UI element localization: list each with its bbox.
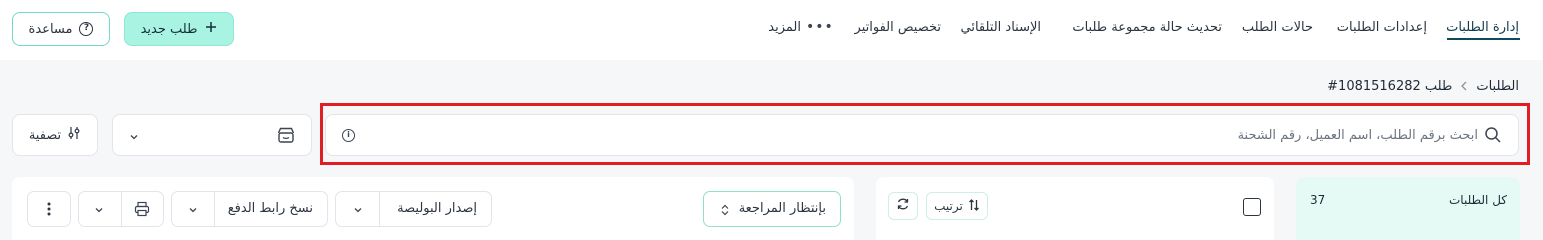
chevron-updown-icon [720, 204, 730, 216]
nav-tab-order-management[interactable]: إدارة الطلبات [1446, 20, 1519, 35]
nav-tab-order-statuses[interactable]: حالات الطلب [1242, 20, 1313, 35]
copy-payment-link-split-button[interactable]: نسخ رابط الدفع [171, 191, 328, 227]
nav-tab-underline [1447, 38, 1520, 40]
chevron-down-icon[interactable] [94, 204, 104, 214]
search-icon [1484, 126, 1502, 144]
refresh-icon [896, 197, 910, 215]
chevron-down-icon[interactable] [353, 204, 363, 214]
breadcrumb: الطلبات طلب 1081516282# [1327, 79, 1519, 94]
plus-icon [205, 21, 217, 37]
divider [214, 192, 215, 226]
sort-label: ترتيب [934, 199, 963, 213]
new-order-button[interactable]: طلب جديد [124, 12, 234, 46]
print-split-button[interactable] [78, 191, 164, 227]
filter-label: تصفية [28, 127, 62, 143]
nav-tab-bulk-status-update[interactable]: تحديث حالة مجموعة طلبات [1072, 20, 1222, 35]
help-button[interactable]: ? مساعدة [12, 12, 110, 46]
breadcrumb-root[interactable]: الطلبات [1476, 79, 1519, 94]
issue-waybill-split-button[interactable]: إصدار البوليصة [335, 191, 492, 227]
info-icon[interactable]: i [342, 129, 355, 142]
status-sidebar [1296, 177, 1520, 240]
chevron-left-icon [1460, 80, 1468, 94]
store-icon [277, 127, 295, 143]
filter-button[interactable]: تصفية [12, 114, 98, 156]
nav-tab-auto-assign[interactable]: الإسناد التلقائي [960, 20, 1041, 35]
breadcrumb-current: طلب 1081516282# [1327, 79, 1453, 94]
question-circle-icon: ? [79, 22, 94, 36]
nav-tab-invoice-customization[interactable]: تخصيص الفواتير [855, 20, 941, 35]
help-label: مساعدة [28, 21, 73, 37]
nav-tab-more[interactable]: المزيد [768, 20, 801, 35]
all-orders-count-badge: 37 [1310, 193, 1326, 207]
pending-review-label: بإنتظار المراجعة [738, 201, 826, 216]
sliders-icon [67, 126, 81, 144]
issue-waybill-label[interactable]: إصدار البوليصة [397, 201, 477, 216]
divider [379, 192, 380, 226]
printer-icon[interactable] [134, 201, 150, 221]
nav-tab-order-settings[interactable]: إعدادات الطلبات [1337, 20, 1427, 35]
kebab-icon [47, 201, 51, 221]
sort-button[interactable]: ترتيب [926, 192, 988, 220]
more-actions-button[interactable] [27, 191, 71, 227]
search-input[interactable] [578, 115, 1478, 155]
divider [121, 192, 122, 226]
store-select[interactable] [112, 114, 312, 156]
order-status-dropdown[interactable]: بإنتظار المراجعة [703, 191, 841, 227]
top-navigation-bar: إدارة الطلبات إعدادات الطلبات حالات الطل… [0, 0, 1543, 60]
sidebar-item-all-orders[interactable]: كل الطلبات [1449, 193, 1507, 207]
new-order-label: طلب جديد [140, 21, 198, 37]
chevron-down-icon [129, 131, 139, 141]
more-dots-icon: ••• [806, 19, 834, 35]
chevron-down-icon[interactable] [188, 204, 198, 214]
copy-payment-link-label[interactable]: نسخ رابط الدفع [228, 201, 313, 216]
search-bar[interactable]: i [325, 114, 1519, 156]
sort-arrows-icon [968, 198, 980, 214]
select-all-checkbox[interactable] [1243, 198, 1261, 216]
refresh-button[interactable] [888, 192, 918, 220]
